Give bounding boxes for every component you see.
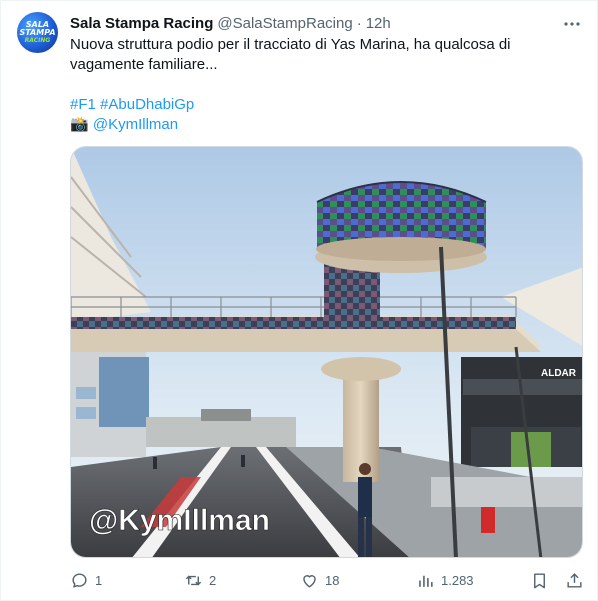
tweet-card[interactable]: SALA STAMPA RACING Sala Stampa Racing @S…: [0, 0, 598, 601]
camera-icon: 📸: [70, 116, 89, 133]
reply-button[interactable]: 1: [70, 571, 102, 590]
share-icon: [567, 572, 582, 588]
tweet-timestamp[interactable]: 12h: [366, 15, 391, 32]
more-horizontal-icon: [564, 22, 580, 26]
views-button[interactable]: 1.283: [416, 571, 474, 590]
tweet-header: Sala Stampa Racing @SalaStampRacing · 12…: [70, 13, 391, 33]
tweet-text: Nuova struttura podio per il tracciato d…: [70, 35, 570, 135]
like-count: 18: [325, 572, 340, 588]
retweet-icon: [185, 575, 202, 585]
views-count: 1.283: [441, 572, 474, 588]
action-bar: 1 2 18 1.283: [70, 569, 586, 591]
tweet-photo[interactable]: ALDAR @KymIllman: [70, 146, 583, 558]
author-handle[interactable]: @SalaStampRacing: [217, 15, 352, 32]
more-options-button[interactable]: [563, 15, 581, 33]
reply-icon: [72, 572, 87, 588]
heart-icon: [303, 574, 316, 588]
tweet-text-line-1: Nuova struttura podio per il tracciato d…: [70, 36, 511, 53]
avatar-line-2: STAMPA: [19, 27, 56, 37]
podium-structure-photo: ALDAR @KymIllman: [71, 147, 582, 557]
retweet-button[interactable]: 2: [184, 571, 216, 590]
views-chart-icon: [419, 575, 433, 587]
tweet-text-line-2: vagamente familiare...: [70, 56, 218, 73]
hashtag-abudhabigp[interactable]: #AbuDhabiGp: [100, 96, 194, 113]
sign-aldar: ALDAR: [541, 368, 577, 379]
author-display-name[interactable]: Sala Stampa Racing: [70, 15, 213, 32]
header-separator: ·: [356, 14, 362, 32]
share-button[interactable]: [565, 571, 584, 590]
retweet-count: 2: [209, 572, 217, 588]
photo-watermark: @KymIllman: [89, 504, 270, 537]
hashtag-f1[interactable]: #F1: [70, 96, 96, 113]
hashtags-line: #F1 #AbuDhabiGp: [70, 95, 570, 115]
avatar-logo: SALA STAMPA RACING: [19, 20, 56, 45]
author-avatar[interactable]: SALA STAMPA RACING: [17, 12, 58, 53]
bookmark-button[interactable]: [530, 571, 549, 590]
credit-mention-link[interactable]: @KymIllman: [93, 116, 178, 133]
avatar-line-3: RACING: [24, 36, 51, 44]
bookmark-icon: [534, 572, 545, 588]
credit-line: 📸 @KymIllman: [70, 115, 570, 135]
like-button[interactable]: 18: [300, 571, 339, 590]
reply-count: 1: [95, 572, 103, 588]
